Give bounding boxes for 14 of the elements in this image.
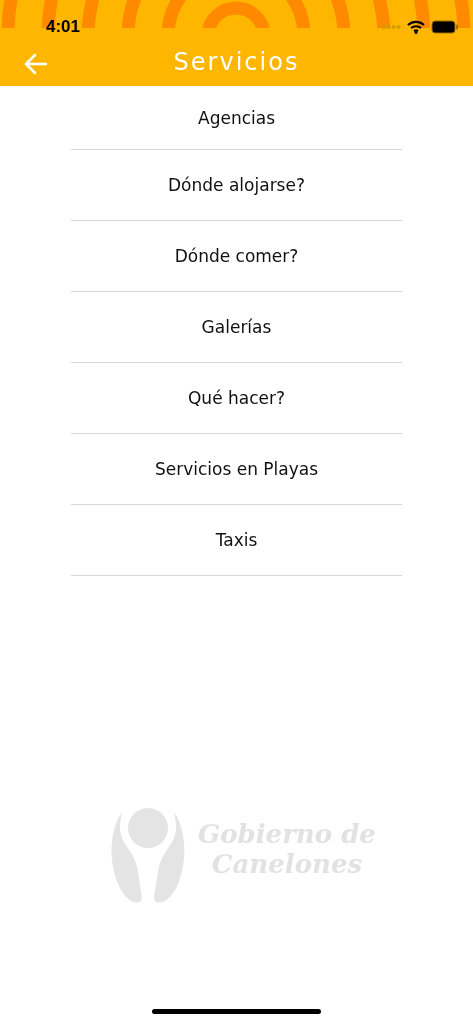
back-button[interactable] (24, 53, 48, 75)
service-item[interactable]: Qué hacer? (71, 363, 402, 434)
battery-icon (431, 20, 459, 34)
back-arrow-icon (24, 53, 48, 75)
screen-title: Servicios (173, 48, 300, 76)
service-item[interactable]: Servicios en Playas (71, 434, 402, 505)
service-item[interactable]: Taxis (71, 505, 402, 576)
signal-icon (381, 24, 401, 30)
service-item[interactable]: Agencias (71, 86, 402, 150)
service-item[interactable]: Galerías (71, 292, 402, 363)
status-time: 4:01 (46, 17, 81, 37)
service-item[interactable]: Dónde alojarse? (71, 150, 402, 221)
service-item[interactable]: Dónde comer? (71, 221, 402, 292)
wifi-icon (407, 20, 425, 34)
